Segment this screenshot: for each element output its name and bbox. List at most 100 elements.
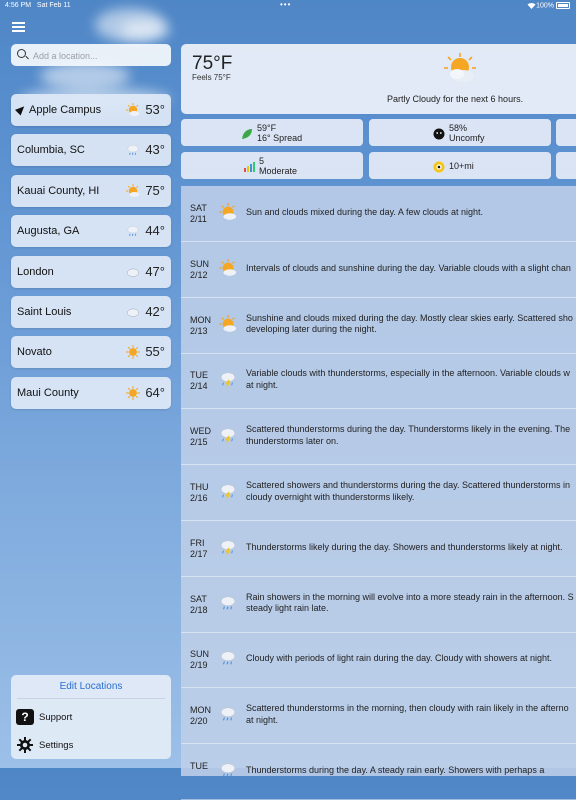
tile-label: Moderate <box>259 166 298 176</box>
forecast-description: Thunderstorms likely during the day. Sho… <box>246 541 563 552</box>
current-temperature: 75°F <box>192 53 233 74</box>
menu-icon[interactable] <box>12 22 25 32</box>
thunderstorm-icon <box>219 538 237 556</box>
tile-label: Uncomfy <box>449 133 485 143</box>
location-name: Novato <box>17 346 52 359</box>
location-temperature: 53° <box>145 102 165 117</box>
forecast-description: Sunshine and clouds mixed during the day… <box>246 312 573 335</box>
forecast-row[interactable]: MON 2/20 Scattered thunderstorms in the mo… <box>181 688 576 745</box>
search-bar[interactable] <box>11 44 171 66</box>
forecast-day: TUE <box>190 761 208 771</box>
forecast-description: Cloudy with periods of light rain during… <box>246 653 552 664</box>
daily-forecast-list: SAT 2/11 Sun and clouds mixed during the d… <box>181 186 576 800</box>
battery-icon <box>556 2 570 9</box>
location-item[interactable]: Kauai County, HI 75° <box>11 174 171 207</box>
partly-cloudy-icon <box>219 258 237 277</box>
sidebar-bottom-panel: Edit Locations ? Support Settings <box>11 675 171 759</box>
location-item[interactable]: Augusta, GA 44° <box>11 215 171 248</box>
dewpoint-face-icon <box>433 127 445 140</box>
forecast-description: Intervals of clouds and sunshine during … <box>246 262 571 273</box>
forecast-row[interactable]: SUN 2/12 Intervals of clouds and sunshine … <box>181 242 576 298</box>
search-icon <box>17 49 26 58</box>
cloudy-icon <box>126 265 140 279</box>
partly-cloudy-icon <box>444 53 476 82</box>
forecast-description: Thunderstorms during the day. A steady r… <box>246 765 545 775</box>
partly-cloudy-icon <box>219 314 237 333</box>
location-item[interactable]: Novato 55° <box>11 336 171 369</box>
tile-value: 10+mi <box>449 161 474 171</box>
thunderstorm-icon <box>219 482 237 500</box>
forecast-day: SUN 2/19 <box>190 649 210 671</box>
condition-tile[interactable]: 5 Moderate <box>181 152 363 179</box>
forecast-day: THU 2/16 <box>190 482 209 503</box>
location-name: Columbia, SC <box>17 144 85 157</box>
rain-icon <box>219 761 237 779</box>
location-item[interactable]: Saint Louis 42° <box>11 296 171 328</box>
wifi-icon <box>527 2 536 11</box>
background-cloud <box>40 62 130 90</box>
forecast-description: Scattered thunderstorms during the day. … <box>246 424 571 446</box>
forecast-row[interactable]: SAT 2/18 Rain showers in the morning will … <box>181 577 576 633</box>
location-name: Saint Louis <box>17 306 72 318</box>
tile-value: 58% <box>449 123 468 133</box>
condition-tile[interactable]: 10+mi <box>369 152 551 179</box>
location-arrow-icon <box>14 103 28 116</box>
forecast-row[interactable]: SUN 2/19 Cloudy with periods of light rain… <box>181 632 576 689</box>
partly-cloudy-icon <box>126 183 140 198</box>
tile-value: 5 <box>259 156 265 166</box>
tile-partial[interactable] <box>556 119 576 146</box>
edit-locations-button[interactable]: Edit Locations <box>11 681 171 692</box>
tile-value: 59°F <box>257 123 277 133</box>
forecast-description: Scattered showers and thunderstorms duri… <box>246 480 571 502</box>
tile-partial[interactable] <box>556 152 576 179</box>
status-bar: 4:56 PM Sat Feb 11 ••• 100% <box>0 0 576 12</box>
search-input[interactable] <box>31 47 170 65</box>
location-item[interactable]: Columbia, SC 43° <box>11 134 171 167</box>
forecast-row[interactable]: FRI 2/17 Thunderstorms likely during the d… <box>181 521 576 577</box>
uv-index-icon <box>243 160 255 172</box>
forecast-row[interactable]: WED 2/15 Scattered thunderstorms during th… <box>181 409 576 466</box>
partly-cloudy-icon <box>126 103 140 117</box>
support-label: Support <box>39 712 73 723</box>
question-icon: ? <box>16 709 34 725</box>
forecast-description: Scattered thunderstorms in the morning, … <box>246 703 569 725</box>
background-cloud <box>120 20 170 40</box>
sunny-icon <box>126 385 140 400</box>
settings-label: Settings <box>39 740 74 751</box>
forecast-day: FRI 2/17 <box>190 537 208 559</box>
forecast-description: Variable clouds with thunderstorms, espe… <box>246 368 570 390</box>
thunderstorm-icon <box>219 370 237 389</box>
forecast-row[interactable]: TUE Thunderstorms during the day. A stead… <box>181 744 576 800</box>
location-item[interactable]: Apple Campus 53° <box>11 94 171 126</box>
forecast-day: WED 2/15 <box>190 426 211 448</box>
gear-icon <box>17 737 33 753</box>
multitasking-dots-icon[interactable]: ••• <box>280 0 291 9</box>
current-condition-text: Partly Cloudy for the next 6 hours. <box>387 94 524 104</box>
forecast-day: SAT 2/11 <box>190 203 207 224</box>
location-name: Maui County <box>17 386 79 399</box>
visibility-eye-icon <box>433 160 445 173</box>
rain-icon <box>126 143 140 157</box>
location-item[interactable]: London 47° <box>11 255 171 288</box>
forecast-row[interactable]: THU 2/16 Scattered showers and thunderstor… <box>181 465 576 521</box>
location-temperature: 64° <box>145 384 165 400</box>
condition-tile[interactable]: 59°F 16° Spread <box>181 119 363 146</box>
location-item[interactable]: Maui County 64° <box>11 376 171 409</box>
forecast-day: MON 2/13 <box>190 314 211 336</box>
location-temperature: 47° <box>145 263 165 279</box>
rain-icon <box>126 224 140 238</box>
cloudy-icon <box>126 305 140 319</box>
forecast-row[interactable]: MON 2/13 Sunshine and clouds mixed during … <box>181 298 576 354</box>
location-temperature: 75° <box>145 182 165 198</box>
forecast-row[interactable]: SAT 2/11 Sun and clouds mixed during the d… <box>181 186 576 242</box>
forecast-day: MON 2/20 <box>190 705 211 727</box>
current-conditions-panel: 75°F Feels 75°F Partly Cloudy for the ne… <box>181 44 576 114</box>
forecast-row[interactable]: TUE 2/14 Variable clouds with thunderstorm… <box>181 353 576 410</box>
location-temperature: 43° <box>145 142 165 158</box>
location-name: London <box>17 265 54 278</box>
forecast-day: TUE 2/14 <box>190 370 208 392</box>
partly-cloudy-icon <box>219 203 237 221</box>
sunny-icon <box>126 345 140 360</box>
leaf-icon <box>241 127 253 139</box>
condition-tile[interactable]: 58% Uncomfy <box>369 119 551 146</box>
